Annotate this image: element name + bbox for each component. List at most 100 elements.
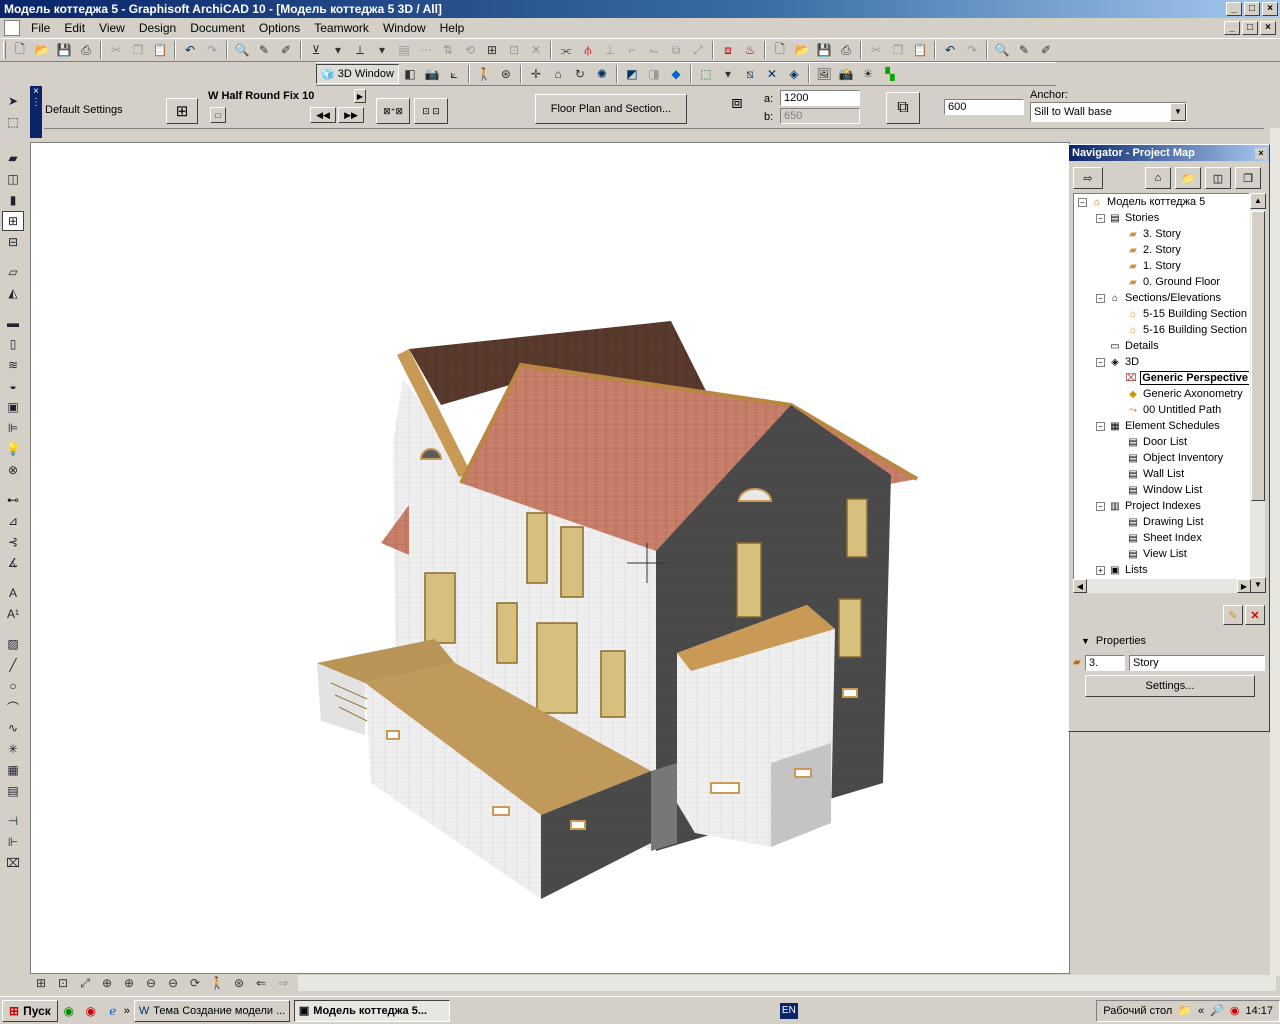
canvas-hscroll[interactable] bbox=[298, 975, 1276, 991]
explode-3d-icon[interactable]: ✺ bbox=[591, 64, 613, 84]
inject-icon[interactable]: ✐ bbox=[275, 40, 297, 60]
3d-filter-icon[interactable]: ◆ bbox=[665, 64, 687, 84]
lamp-tool-icon[interactable]: 💡 bbox=[2, 439, 24, 459]
spline-tool-icon[interactable]: ∿ bbox=[2, 718, 24, 738]
offset-icon[interactable]: ⧉ bbox=[665, 40, 687, 60]
explode-icon[interactable]: ⊞ bbox=[481, 40, 503, 60]
curtain-wall-icon[interactable]: ⊫ bbox=[2, 418, 24, 438]
tree-item[interactable]: ▤ Wall List bbox=[1074, 466, 1250, 482]
snap-icon[interactable]: ⟂ bbox=[349, 40, 371, 60]
adjust-icon[interactable]: ⫛ bbox=[577, 40, 599, 60]
hotspot-tool-icon[interactable]: ✳ bbox=[2, 739, 24, 759]
figure-tool-icon[interactable]: ▦ bbox=[2, 760, 24, 780]
home-icon[interactable]: ⌂ bbox=[547, 64, 569, 84]
layout-book-icon[interactable]: ◫ bbox=[1205, 167, 1231, 189]
navigate-icon[interactable]: ⊛ bbox=[228, 973, 250, 993]
story-name-input[interactable]: Story bbox=[1129, 655, 1265, 671]
window-tool-active-icon[interactable]: ⊞ bbox=[2, 211, 24, 231]
text-tool-icon[interactable]: A bbox=[2, 583, 24, 603]
quicklaunch-opera-icon[interactable]: ◉ bbox=[80, 1001, 102, 1021]
split-icon[interactable]: ⫘ bbox=[555, 40, 577, 60]
quicklaunch-more-icon[interactable]: » bbox=[124, 1005, 130, 1017]
tree-expander-icon[interactable]: − bbox=[1096, 213, 1105, 223]
a-width-input[interactable]: 1200 bbox=[780, 90, 860, 106]
layer-icon[interactable]: ▤ bbox=[393, 40, 415, 60]
scroll-right-icon[interactable]: ▶ bbox=[1237, 579, 1251, 593]
maximize-button[interactable]: □ bbox=[1244, 2, 1260, 16]
find-select-icon[interactable]: 🔍 bbox=[231, 40, 253, 60]
rotate-3d-icon[interactable]: ↻ bbox=[569, 64, 591, 84]
line-tool-icon[interactable]: ╱ bbox=[2, 655, 24, 675]
publisher-icon[interactable]: ❐ bbox=[1235, 167, 1261, 189]
story-id-input[interactable]: 3. bbox=[1085, 655, 1125, 671]
fillet-icon[interactable]: ⌐ bbox=[621, 40, 643, 60]
scroll-down-icon[interactable]: ▼ bbox=[1250, 577, 1266, 593]
menu-teamwork[interactable]: Teamwork bbox=[307, 21, 376, 35]
crosshair-icon[interactable]: ✛ bbox=[525, 64, 547, 84]
wireframe-icon[interactable]: ✕ bbox=[761, 64, 783, 84]
grid-icon[interactable]: ⋯ bbox=[415, 40, 437, 60]
undo-icon-2[interactable]: ↶ bbox=[939, 40, 961, 60]
zoom-out-icon[interactable]: ⊖ bbox=[140, 973, 162, 993]
tree-scroll-thumb[interactable] bbox=[1251, 211, 1265, 501]
tree-item[interactable]: ▰ 2. Story bbox=[1074, 242, 1250, 258]
tree-expander-icon[interactable]: − bbox=[1096, 357, 1105, 367]
photo-render-icon[interactable]: 📸 bbox=[835, 64, 857, 84]
camera-icon[interactable]: 📷 bbox=[421, 64, 443, 84]
radial-dim-icon[interactable]: ⊰ bbox=[2, 532, 24, 552]
menu-design[interactable]: Design bbox=[132, 21, 183, 35]
3d-window-button[interactable]: 🧊 3D Window bbox=[316, 64, 399, 84]
b-height-input[interactable]: 650 bbox=[780, 108, 860, 124]
tree-item[interactable]: ⌂ 5-15 Building Section bbox=[1074, 306, 1250, 322]
minimize-button[interactable]: _ bbox=[1226, 2, 1242, 16]
language-indicator[interactable]: EN bbox=[779, 1002, 798, 1019]
inject-icon-2[interactable]: ✐ bbox=[1035, 40, 1057, 60]
anchor-select[interactable]: Sill to Wall base ▼ bbox=[1030, 102, 1187, 122]
orbit-nav-icon[interactable]: ⟳ bbox=[184, 973, 206, 993]
redo-icon-2[interactable]: ↷ bbox=[961, 40, 983, 60]
new-file-icon-2[interactable]: 🗋 bbox=[769, 40, 791, 60]
walk-icon[interactable]: 🚶 bbox=[473, 64, 495, 84]
menu-document[interactable]: Document bbox=[183, 21, 252, 35]
tree-item[interactable]: ⤳ 00 Untitled Path bbox=[1074, 402, 1250, 418]
zoom-extents-icon[interactable]: ⊡ bbox=[52, 973, 74, 993]
column-tool-icon[interactable]: ▯ bbox=[2, 334, 24, 354]
tree-item[interactable]: − ▥ Project Indexes bbox=[1074, 498, 1250, 514]
label-tool-icon[interactable]: A¹ bbox=[2, 604, 24, 624]
stair-tool-icon[interactable]: ≋ bbox=[2, 355, 24, 375]
menu-window[interactable]: Window bbox=[376, 21, 433, 35]
menu-edit[interactable]: Edit bbox=[57, 21, 92, 35]
folder-icon[interactable]: 📁 bbox=[1178, 1004, 1192, 1017]
task-archicad[interactable]: ▣ Модель коттеджа 5... bbox=[293, 999, 450, 1022]
door-tool-icon[interactable]: ◫ bbox=[2, 169, 24, 189]
copy-icon-2[interactable]: ❐ bbox=[887, 40, 909, 60]
tree-expander-icon[interactable]: − bbox=[1096, 501, 1105, 511]
suspend-group-icon[interactable]: ♨ bbox=[739, 40, 761, 60]
tree-vscroll[interactable]: ▲ ▼ bbox=[1249, 193, 1266, 593]
circle-tool-icon[interactable]: ○ bbox=[2, 676, 24, 696]
hidden-line-icon[interactable]: ⧅ bbox=[739, 64, 761, 84]
delete-icon[interactable]: ✕ bbox=[525, 40, 547, 60]
tree-item[interactable]: − ⌂ Sections/Elevations bbox=[1074, 290, 1250, 306]
window-tool-icon-2[interactable]: ▮ bbox=[2, 190, 24, 210]
archicad-doc-icon[interactable] bbox=[4, 20, 20, 36]
marquee-3d-icon[interactable]: ⬚ bbox=[695, 64, 717, 84]
new-file-icon[interactable]: 🗋 bbox=[9, 40, 31, 60]
3d-viewport[interactable] bbox=[30, 142, 1070, 974]
copy-icon[interactable]: ❐ bbox=[127, 40, 149, 60]
redo-icon[interactable]: ↷ bbox=[201, 40, 223, 60]
tree-item[interactable]: − ▤ Stories bbox=[1074, 210, 1250, 226]
dropdown-arrow-icon[interactable]: ▾ bbox=[327, 40, 349, 60]
render-icon[interactable]: 🖼 bbox=[813, 64, 835, 84]
cut-icon-2[interactable]: ✂ bbox=[865, 40, 887, 60]
cutaway-icon[interactable]: ◩ bbox=[621, 64, 643, 84]
undo-icon[interactable]: ↶ bbox=[179, 40, 201, 60]
zoom-previous-icon[interactable]: ⊕ bbox=[96, 973, 118, 993]
rotate-icon[interactable]: ⟲ bbox=[459, 40, 481, 60]
tree-item[interactable]: ▤ Door List bbox=[1074, 434, 1250, 450]
tree-item[interactable]: ▰ 1. Story bbox=[1074, 258, 1250, 274]
arrow-tool-icon[interactable]: ➤ bbox=[2, 91, 24, 111]
doc-restore-button[interactable]: □ bbox=[1242, 21, 1258, 35]
polyline-tool-icon[interactable]: ⌒ bbox=[2, 697, 24, 717]
tree-item[interactable]: ▤ Drawing List bbox=[1074, 514, 1250, 530]
